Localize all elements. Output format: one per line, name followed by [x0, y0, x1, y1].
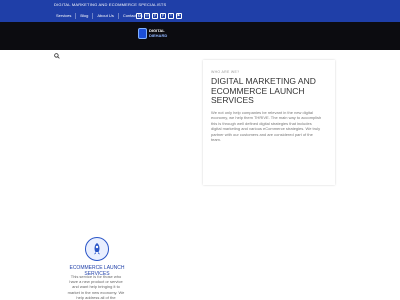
logo-text: DIGITAL DIEHARD: [149, 28, 168, 38]
nav-blog[interactable]: Blog: [76, 13, 94, 19]
about-title: DIGITAL MARKETING AND ECOMMERCE LAUNCH S…: [211, 76, 316, 105]
nav-about-us[interactable]: About Us: [93, 13, 119, 19]
site-logo[interactable]: DIGITAL DIEHARD: [138, 28, 167, 39]
about-card: WHO ARE WE? DIGITAL MARKETING AND ECOMME…: [203, 60, 335, 185]
social-links: f ◎ p p t ▶: [136, 13, 182, 19]
service-description: This service is for those who have a new…: [67, 274, 125, 300]
ecommerce-launch-icon: [85, 237, 109, 261]
about-eyebrow: WHO ARE WE?: [211, 70, 240, 74]
pinterest-icon[interactable]: p: [152, 13, 158, 19]
top-nav: Services Blog About Us Contact Us: [52, 13, 147, 19]
facebook-icon[interactable]: f: [136, 13, 142, 19]
twitter-icon[interactable]: t: [168, 13, 174, 19]
site-tagline: DIGITAL MARKETING AND ECOMMERCE SPECIALI…: [54, 2, 167, 7]
about-body: We not only help companies be relevant i…: [211, 110, 322, 143]
site-header: [0, 22, 400, 50]
top-bar: DIGITAL MARKETING AND ECOMMERCE SPECIALI…: [0, 0, 400, 22]
logo-badge-icon: [138, 28, 147, 39]
nav-services[interactable]: Services: [52, 13, 77, 19]
pinterest-icon[interactable]: p: [160, 13, 166, 19]
rocket-icon: [94, 243, 100, 255]
youtube-icon[interactable]: ▶: [176, 13, 182, 19]
logo-line-2: DIEHARD: [149, 32, 168, 38]
instagram-icon[interactable]: ◎: [144, 13, 150, 19]
search-icon[interactable]: [54, 53, 60, 59]
